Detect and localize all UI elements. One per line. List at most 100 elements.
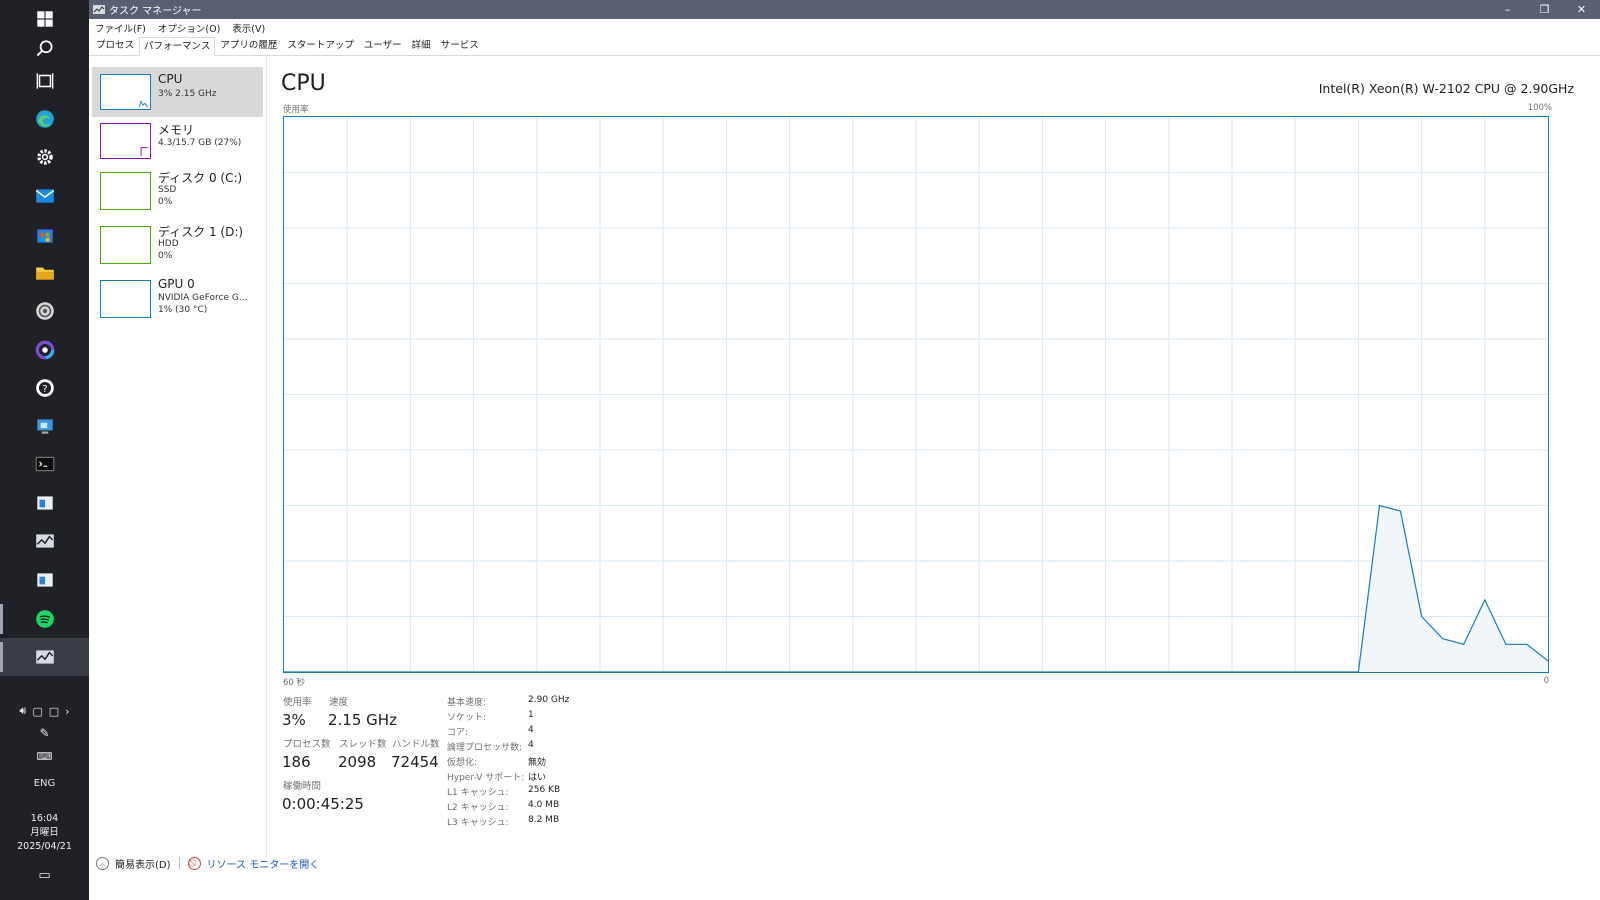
restore-button[interactable]: ❐ [1526,0,1563,19]
rdp-icon[interactable] [0,407,89,445]
menu-options[interactable]: オプション(O) [158,21,220,35]
settings-gear-icon[interactable] [0,138,89,176]
detail-value: 256 KB [528,785,561,795]
tab-users[interactable]: ユーザー [359,36,407,55]
performance-panel: CPU Intel(R) Xeon(R) W-2102 CPU @ 2.90GH… [279,57,1600,857]
threads-label: スレッド数 [339,739,387,750]
usage-value: 3% [282,711,306,729]
battery-icon[interactable]: ▢ [32,705,42,718]
uptime-value: 0:00:45:25 [282,795,364,813]
chevron-up-icon[interactable]: ︿ [96,856,109,870]
detail-label: コア: [447,728,469,738]
disk0-thumbnail [100,172,151,210]
resource-detail: 4.3/15.7 GB (27%) [158,138,242,148]
task-view-icon[interactable] [0,62,89,100]
processes-value: 186 [282,753,311,771]
disk1-thumbnail [100,226,151,264]
gpu0-thumbnail [100,280,151,318]
title-bar: タスク マネージャー – ❐ ✕ [89,0,1600,19]
speed-label: 速度 [329,697,349,708]
detail-value: 4 [528,740,534,750]
resource-detail: HDD [158,239,179,249]
cpu-chart-svg [284,117,1548,672]
detail-label: 論理プロセッサ数: [447,743,523,753]
minimize-button[interactable]: – [1489,0,1526,19]
detail-value: 4 [528,725,534,735]
svg-text:?: ? [42,384,47,395]
tab-processes[interactable]: プロセス [91,36,139,55]
close-button[interactable]: ✕ [1563,0,1600,19]
clock[interactable]: 16:04 月曜日 2025/04/21 [0,812,89,854]
threads-value: 2098 [338,753,377,771]
notification-icon[interactable]: ▭ [0,868,89,883]
task-manager-icon[interactable] [0,522,89,560]
cpu-thumbnail [100,74,151,110]
system-tray: 🔊︎ ▢ □ › [0,700,89,722]
tab-services[interactable]: サービス [436,36,484,55]
chevron-right-icon[interactable]: › [65,705,69,718]
pen-icon[interactable]: ✎ [0,726,89,740]
speed-value: 2.15 GHz [328,711,397,729]
detail-label: 基本速度: [447,698,487,708]
mail-icon[interactable] [0,177,89,215]
detail-value: 8.2 MB [528,815,560,825]
keyboard-icon[interactable]: ⌨ [0,750,89,763]
store-icon[interactable] [0,216,89,254]
detail-label: 仮想化: [447,758,478,768]
open-resource-monitor-link[interactable]: リソース モニターを開く [207,856,320,871]
file-explorer-icon[interactable] [0,254,89,292]
terminal-icon[interactable] [0,445,89,483]
resource-item-cpu[interactable]: CPU 3% 2.15 GHz [92,67,263,117]
cpu-usage-graph [283,116,1549,673]
footer-bar: ︿ 簡易表示(D) ⃠ リソース モニターを開く [89,852,1600,874]
app-icon [93,5,105,14]
resource-name: GPU 0 [158,277,195,291]
detail-label: L3 キャッシュ: [447,818,509,828]
spotify-icon[interactable] [0,600,89,638]
resource-usage: 0% [158,251,173,261]
display-icon[interactable]: □ [49,705,59,718]
footer-divider [178,857,180,869]
resource-item-disk1[interactable]: ディスク 1 (D:) HDD 0% [92,219,263,269]
task-manager-active-icon[interactable] [0,638,89,676]
detail-label: L1 キャッシュ: [447,788,509,798]
menu-view[interactable]: 表示(V) [232,21,265,35]
resource-item-disk0[interactable]: ディスク 0 (C:) SSD 0% [92,165,263,215]
detail-label: ソケット: [447,713,487,723]
page-title: CPU [281,71,326,96]
window-title: タスク マネージャー [109,6,202,17]
taskbar: ? 🔊︎ ▢ □ › ✎ ⌨ ENG 16:04 月曜日 2025/04/21 … [0,0,89,900]
colorful-ring-icon[interactable] [0,331,89,369]
graph-label: 使用率 [283,105,309,115]
window2-icon[interactable] [0,561,89,599]
chat-icon[interactable]: ? [0,369,89,407]
detail-label: L2 キャッシュ: [447,803,509,813]
resource-usage: 1% (30 °C) [158,305,208,315]
handles-value: 72454 [391,753,439,771]
detail-value: 1 [528,710,534,720]
graph-min: 0 [1543,676,1549,686]
detail-value: 無効 [528,758,547,768]
resource-item-memory[interactable]: メモリ 4.3/15.7 GB (27%) [92,116,263,166]
tab-startup[interactable]: スタートアップ [282,36,359,55]
window-icon[interactable] [0,484,89,522]
detail-label: Hyper-V サポート: [447,773,525,783]
menu-file[interactable]: ファイル(F) [95,21,146,35]
tab-performance[interactable]: パフォーマンス [139,37,216,56]
graph-time-span: 60 秒 [283,678,306,688]
tab-app-history[interactable]: アプリの履歴 [215,36,282,55]
resource-usage: 0% [158,197,173,207]
detail-value: 4.0 MB [528,800,560,810]
simple-view-link[interactable]: 簡易表示(D) [115,856,171,871]
resource-detail: 3% 2.15 GHz [158,89,217,99]
resource-item-gpu0[interactable]: GPU 0 NVIDIA GeForce G... 1% (30 °C) [92,273,263,323]
processes-label: プロセス数 [283,739,331,750]
tab-bar: プロセス パフォーマンス アプリの履歴 スタートアップ ユーザー 詳細 サービス [89,36,1600,56]
tab-details[interactable]: 詳細 [407,36,436,55]
app-swirl-icon[interactable] [0,292,89,330]
handles-label: ハンドル数 [392,739,440,750]
detail-value: はい [528,773,547,783]
edge-icon[interactable] [0,100,89,138]
language-indicator[interactable]: ENG [0,778,89,789]
volume-icon[interactable]: 🔊︎ [19,704,26,718]
